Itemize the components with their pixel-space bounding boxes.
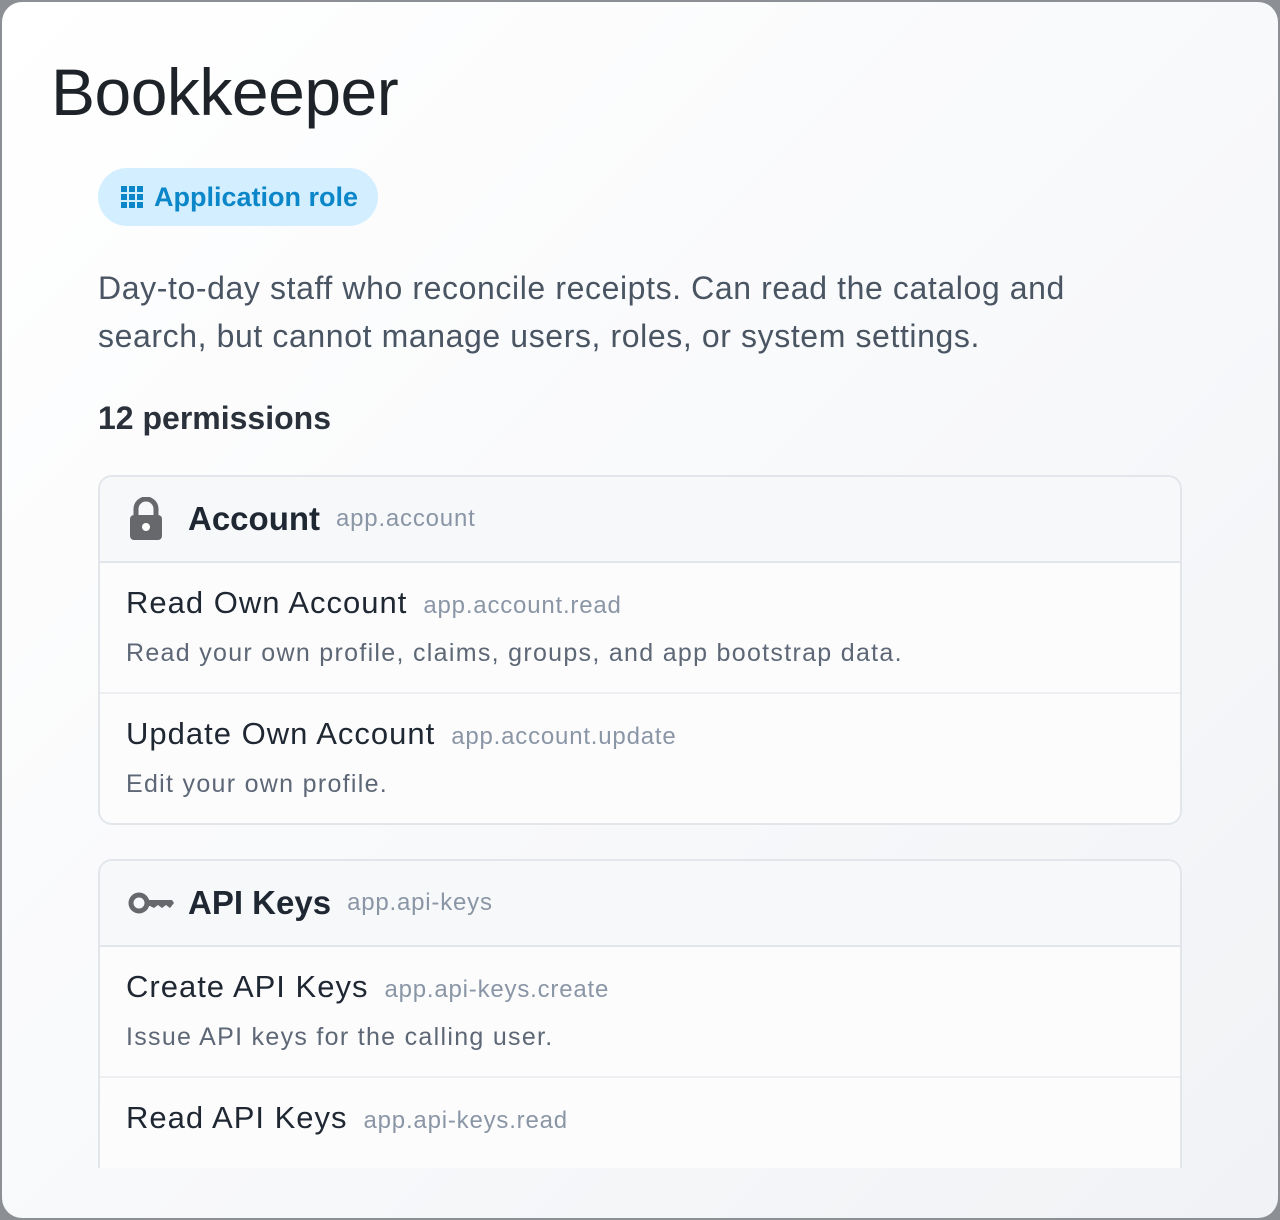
key-icon <box>128 889 176 917</box>
permission-code: app.api-keys.read <box>363 1107 568 1134</box>
page-title: Bookkeeper <box>51 55 399 129</box>
permission-code: app.api-keys.create <box>384 976 610 1003</box>
lock-icon <box>128 497 176 541</box>
role-details-dialog: Bookkeeper Application role Day-to-day s… <box>2 2 1278 1218</box>
permission-description: Edit your own profile. <box>126 770 389 798</box>
permission-item: Update Own Account app.account.update Ed… <box>100 694 1180 823</box>
permission-item: Read API Keys app.api-keys.read <box>100 1078 1180 1168</box>
grid-icon <box>120 185 144 209</box>
permission-code: app.account.read <box>423 592 622 619</box>
role-description: Day-to-day staff who reconcile receipts.… <box>98 270 1065 354</box>
role-type-badge: Application role <box>98 168 379 226</box>
permission-name: Create API Keys <box>126 969 369 1004</box>
permission-name: Read Own Account <box>126 585 408 620</box>
permission-item: Read Own Account app.account.read Read y… <box>100 563 1180 694</box>
group-header: Account app.account <box>100 477 1180 563</box>
permission-code: app.account.update <box>451 723 677 750</box>
permission-description: Issue API keys for the calling user. <box>126 1023 554 1051</box>
role-content[interactable]: Application role Day-to-day staff who re… <box>98 168 1182 1168</box>
group-header: API Keys app.api-keys <box>100 861 1180 947</box>
group-name: API Keys <box>188 884 332 921</box>
permission-group-api-keys: API Keys app.api-keys Create API Keys ap… <box>98 859 1182 1168</box>
permission-item: Create API Keys app.api-keys.create Issu… <box>100 947 1180 1078</box>
permission-name: Read API Keys <box>126 1100 348 1135</box>
group-name: Account <box>188 500 320 537</box>
group-code: app.api-keys <box>347 889 493 916</box>
role-type-label: Application role <box>154 181 359 212</box>
permission-description: Read your own profile, claims, groups, a… <box>126 639 903 667</box>
permission-name: Update Own Account <box>126 716 436 751</box>
permission-group-account: Account app.account Read Own Account app… <box>98 475 1182 825</box>
group-code: app.account <box>336 505 476 532</box>
permission-count: 12 permissions <box>98 400 331 436</box>
